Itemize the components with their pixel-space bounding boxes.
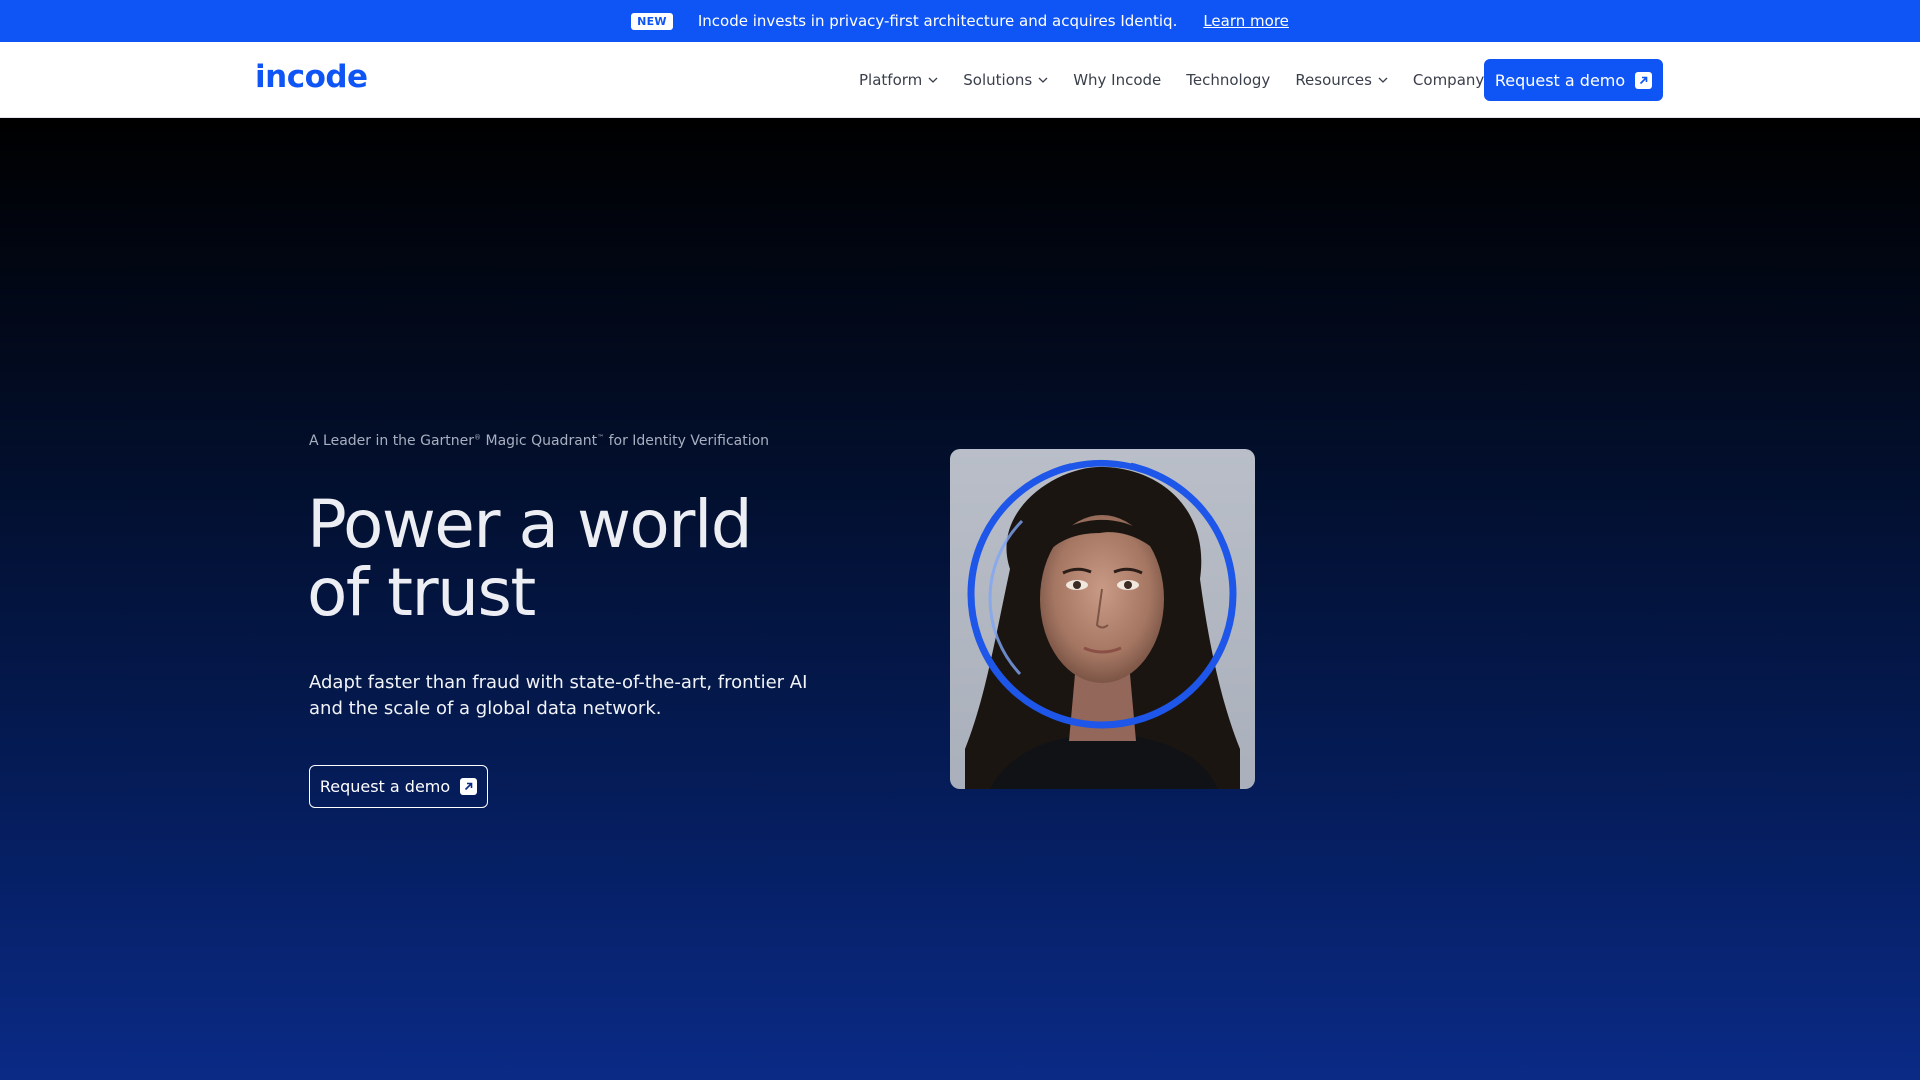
incode-logo[interactable]: incode (255, 59, 368, 95)
nav-item-label: Why Incode (1073, 71, 1162, 89)
face-verification-portrait (950, 449, 1255, 789)
external-arrow-icon (1635, 71, 1653, 89)
hero-eyebrow: A Leader in the Gartner® Magic Quadrant™… (309, 433, 769, 449)
hero-subtext: Adapt faster than fraud with state-of-th… (309, 672, 808, 719)
eyebrow-text-start: A Leader in the Gartner (309, 433, 475, 449)
new-badge: NEW (631, 12, 673, 30)
chevron-down-icon (1038, 77, 1048, 83)
nav-item-label: Solutions (963, 71, 1033, 89)
nav-item-resources[interactable]: Resources (1295, 71, 1388, 89)
chevron-down-icon (928, 77, 938, 83)
headline-line-1: Power a world (307, 486, 753, 563)
nav-item-solutions[interactable]: Solutions (963, 71, 1048, 89)
announcement-bar: NEW Incode invests in privacy-first arch… (0, 0, 1920, 42)
nav-item-label: Company (1412, 71, 1485, 89)
learn-more-link[interactable]: Learn more (1203, 12, 1289, 30)
announcement-text: Incode invests in privacy-first architec… (697, 12, 1178, 30)
request-demo-label: Request a demo (1494, 70, 1626, 90)
portrait-illustration (965, 450, 1240, 789)
top-navigation: incode Platform Solutions Why Incode Tec… (0, 42, 1920, 118)
external-arrow-icon (460, 778, 478, 795)
hero-request-demo-button[interactable]: Request a demo (309, 765, 488, 808)
request-demo-button[interactable]: Request a demo (1484, 59, 1663, 101)
nav-menu: Platform Solutions Why Incode Technology… (859, 42, 1525, 118)
hero-headline: Power a world of trust (307, 491, 867, 627)
nav-item-technology[interactable]: Technology (1186, 71, 1270, 89)
registered-mark: ® (474, 433, 482, 442)
hero-section: A Leader in the Gartner® Magic Quadrant™… (0, 118, 1920, 1080)
eyebrow-text-middle: Magic Quadrant (481, 433, 598, 449)
chevron-down-icon (1378, 77, 1388, 83)
hero-request-demo-label: Request a demo (319, 777, 451, 796)
nav-item-label: Resources (1295, 71, 1372, 89)
nav-item-label: Platform (859, 71, 923, 89)
nav-item-platform[interactable]: Platform (859, 71, 938, 89)
headline-line-2: of trust (307, 554, 536, 631)
nav-item-label: Technology (1186, 71, 1271, 89)
eyebrow-text-end: for Identity Verification (604, 433, 770, 449)
nav-item-why-incode[interactable]: Why Incode (1073, 71, 1161, 89)
